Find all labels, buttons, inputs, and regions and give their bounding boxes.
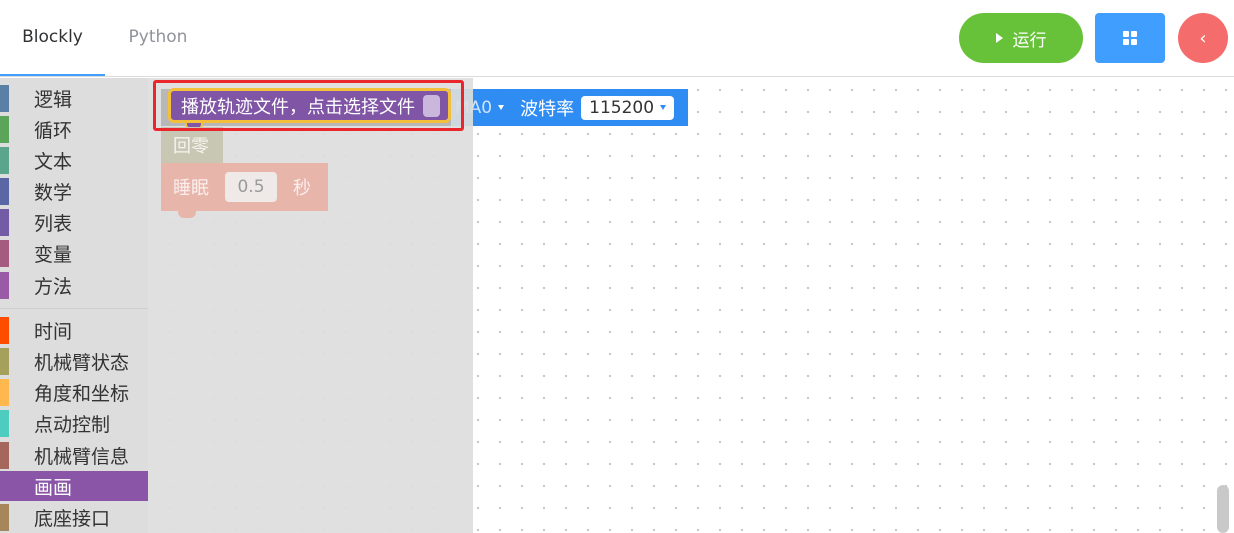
grid-button[interactable]	[1095, 13, 1165, 63]
serial-connect-block[interactable]: MA0 波特率 115200	[449, 89, 688, 126]
sleep-block[interactable]: 睡眠 0.5 秒	[161, 163, 328, 211]
toolbox-item-label: 数学	[34, 181, 73, 204]
play-icon	[995, 33, 1003, 43]
toolbox-item-label: 时间	[34, 320, 73, 343]
sleep-label: 睡眠	[173, 178, 209, 199]
toolbox-item-arm-info[interactable]: 机械臂信息	[0, 440, 148, 470]
toolbox-item-lists[interactable]: 列表	[0, 207, 148, 237]
toolbox-item-loops[interactable]: 循环	[0, 114, 148, 144]
toolbox-item-time[interactable]: 时间	[0, 315, 148, 345]
reset-label: 回零	[173, 136, 209, 157]
tab-blockly[interactable]: Blockly	[0, 0, 105, 76]
toolbox-item-text[interactable]: 文本	[0, 145, 148, 175]
top-bar: Blockly Python 运行 ‹	[0, 0, 1234, 77]
grid-icon	[1123, 31, 1137, 45]
dropdown-arrow-icon	[498, 105, 505, 110]
toolbox-item-arm-status[interactable]: 机械臂状态	[0, 346, 148, 376]
toolbox-item-label: 机械臂信息	[34, 445, 130, 468]
toolbox-item-label: 方法	[34, 275, 73, 298]
toolbox-item-label: 循环	[34, 119, 73, 142]
toolbox-item-jog-control[interactable]: 点动控制	[0, 408, 148, 438]
toolbox-item-label: 逻辑	[34, 88, 73, 111]
toolbox-item-drawing[interactable]: 画画	[0, 471, 148, 501]
baud-dropdown[interactable]: 115200	[581, 95, 675, 120]
toolbox-item-base-interface[interactable]: 底座接口	[0, 502, 148, 532]
toolbox-item-label: 列表	[34, 212, 73, 235]
toolbox-separator	[0, 308, 148, 309]
toolbox-item-label: 角度和坐标	[34, 382, 130, 405]
toolbox-item-logic[interactable]: 逻辑	[0, 83, 148, 113]
baud-label: 波特率	[520, 98, 575, 120]
toolbox-item-functions[interactable]: 方法	[0, 270, 148, 300]
toolbox-item-label: 底座接口	[34, 507, 111, 530]
toolbox-item-label: 点动控制	[34, 413, 111, 436]
sleep-unit-label: 秒	[293, 178, 311, 199]
toolbox-item-label: 变量	[34, 243, 73, 266]
toolbox-item-math[interactable]: 数学	[0, 176, 148, 206]
baud-value: 115200	[589, 97, 655, 118]
toolbox-item-label: 画画	[34, 476, 73, 499]
back-button[interactable]: ‹	[1178, 13, 1228, 63]
toolbox-item-variables[interactable]: 变量	[0, 238, 148, 268]
run-button[interactable]: 运行	[959, 13, 1083, 63]
block-notch	[178, 211, 196, 218]
toolbox-item-label: 文本	[34, 150, 73, 173]
toolbox-item-label: 机械臂状态	[34, 351, 130, 374]
vertical-scrollbar[interactable]	[1217, 485, 1229, 533]
chevron-left-icon: ‹	[1199, 27, 1207, 49]
toolbox-item-angles-coords[interactable]: 角度和坐标	[0, 377, 148, 407]
reset-block[interactable]: 回零	[161, 127, 223, 163]
dropdown-arrow-icon	[660, 105, 667, 110]
toolbox: 逻辑 循环 文本 数学 列表 变量 方法 时间 机械臂状态 角度和坐标 点动控制…	[0, 78, 148, 533]
highlight-annotation-box	[153, 80, 464, 131]
run-button-label: 运行	[1012, 30, 1047, 51]
tab-python[interactable]: Python	[105, 0, 211, 76]
sleep-duration-field[interactable]: 0.5	[225, 172, 277, 202]
